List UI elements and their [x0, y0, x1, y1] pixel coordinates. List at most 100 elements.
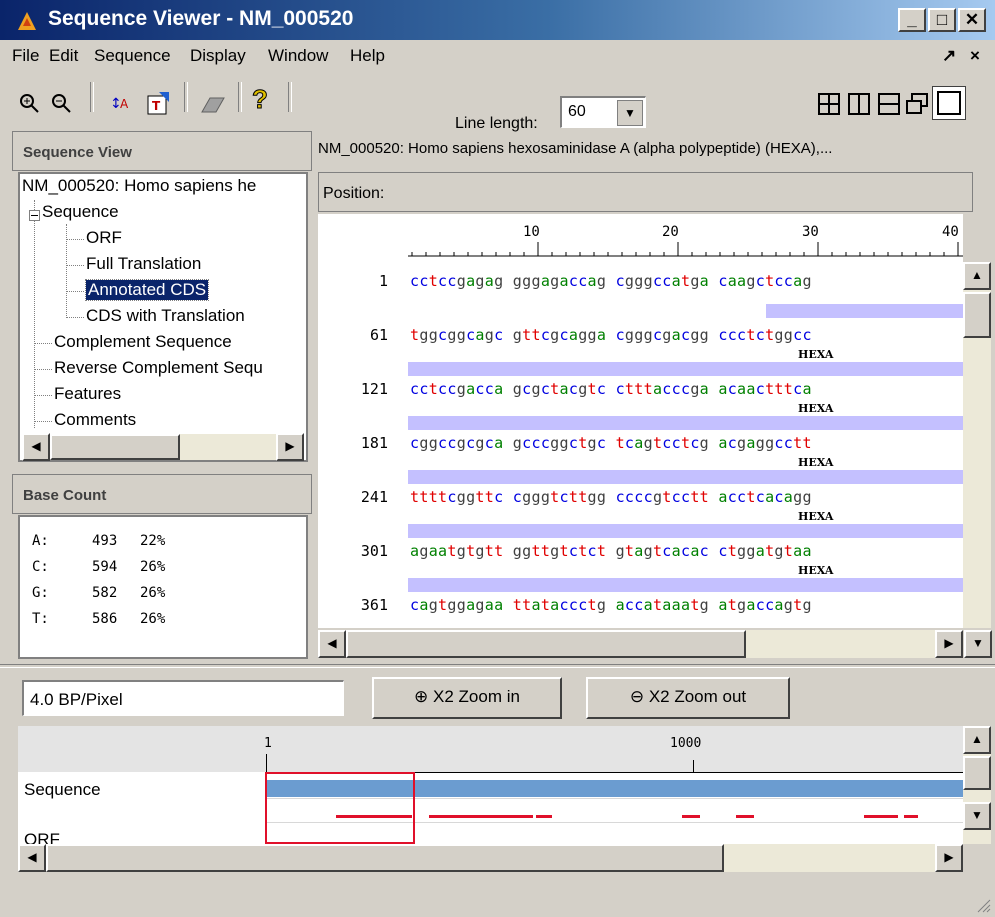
scroll-right-icon[interactable]: ▶ [935, 844, 963, 872]
sequence-line[interactable]: ttttcggttc cgggtcttgg ccccgtcctt acctcac… [410, 488, 812, 506]
minimize-button[interactable]: _ [898, 8, 926, 32]
swap-icon[interactable]: ↕A [110, 92, 134, 114]
sequence-line[interactable]: tggcggcagc gttcgcagga cgggcgacgg ccctctg… [410, 326, 812, 344]
export-icon[interactable]: T [145, 90, 171, 116]
feature-bar[interactable] [408, 524, 963, 538]
scroll-down-icon[interactable]: ▼ [963, 802, 991, 830]
line-length-select[interactable]: 60 ▼ [560, 96, 646, 128]
ruler-label: 30 [802, 224, 819, 240]
collapse-icon[interactable] [29, 210, 40, 221]
sequence-position: 1 [378, 272, 388, 290]
scroll-right-icon[interactable]: ▶ [276, 433, 304, 461]
toolbar-separator [238, 82, 242, 112]
base-count-value: 493 [92, 533, 118, 549]
menu-display[interactable]: Display [190, 46, 246, 66]
tree-guide [66, 291, 84, 292]
tree-guide [66, 317, 84, 318]
tree-horizontal-scrollbar[interactable]: ◀ ▶ [22, 433, 304, 461]
zoom-in-button[interactable]: ⊕ X2 Zoom in [372, 677, 562, 719]
tree-item-reverse-complement[interactable]: Reverse Complement Sequ [54, 358, 263, 378]
scroll-thumb[interactable] [46, 844, 724, 872]
menu-file[interactable]: File [12, 46, 39, 66]
sequence-line[interactable]: cctccgagag gggagaccag cgggccatga caagctc… [410, 272, 812, 290]
tree-guide [34, 395, 52, 396]
split-vertical-icon[interactable] [848, 93, 870, 115]
orf-arrow[interactable] [429, 815, 533, 818]
toolbar-separator [288, 82, 292, 112]
tree-item-annotated-cds[interactable]: Annotated CDS [84, 279, 210, 301]
tree-item-complement-sequence[interactable]: Complement Sequence [54, 332, 232, 352]
scroll-down-icon[interactable]: ▼ [964, 630, 992, 658]
float-window-icon[interactable] [906, 93, 928, 115]
grid-layout-icon[interactable] [818, 93, 840, 115]
feature-bar[interactable] [408, 578, 963, 592]
tree-item-full-translation[interactable]: Full Translation [86, 254, 201, 274]
orf-arrow[interactable] [736, 815, 754, 818]
feature-bar[interactable] [766, 304, 963, 318]
base-label: G: [32, 585, 49, 601]
sequence-line[interactable]: cagtggagaa ttataccctg accataaatg atgacca… [410, 596, 812, 614]
scroll-left-icon[interactable]: ◀ [18, 844, 46, 872]
close-doc-icon[interactable]: × [970, 46, 980, 66]
scroll-thumb[interactable] [963, 292, 991, 338]
tree-item-features[interactable]: Features [54, 384, 121, 404]
toolbar-separator [184, 82, 188, 112]
feature-label: HEXA [798, 510, 834, 523]
maximize-button[interactable]: □ [928, 8, 956, 32]
zoom-in-icon[interactable] [18, 92, 40, 114]
bp-per-pixel-field[interactable]: 4.0 BP/Pixel [22, 680, 344, 716]
scroll-up-icon[interactable]: ▲ [963, 262, 991, 290]
tree-guide [34, 343, 52, 344]
feature-bar[interactable] [408, 470, 963, 484]
scroll-thumb[interactable] [50, 434, 180, 460]
orf-arrow[interactable] [904, 815, 918, 818]
feature-bar[interactable] [408, 416, 963, 430]
help-icon[interactable]: ? [252, 84, 269, 115]
sequence-title: NM_000520: Homo sapiens hexosaminidase A… [318, 140, 833, 157]
scroll-left-icon[interactable]: ◀ [22, 433, 50, 461]
map-horizontal-scrollbar[interactable]: ◀ ▶ [18, 844, 963, 872]
window-title: Sequence Viewer - NM_000520 [48, 7, 354, 30]
sequence-horizontal-scrollbar[interactable]: ◀ ▶ [318, 630, 963, 658]
scroll-thumb[interactable] [963, 756, 991, 790]
tree-root[interactable]: NM_000520: Homo sapiens he [22, 176, 256, 196]
tree-item-sequence[interactable]: Sequence [42, 202, 119, 222]
orf-arrow[interactable] [682, 815, 700, 818]
tree-item-comments[interactable]: Comments [54, 410, 136, 430]
feature-bar[interactable] [408, 362, 963, 376]
scroll-left-icon[interactable]: ◀ [318, 630, 346, 658]
zoom-out-icon[interactable] [50, 92, 72, 114]
zoom-out-button[interactable]: ⊖ X2 Zoom out [586, 677, 790, 719]
restore-doc-icon[interactable]: ↗ [942, 46, 956, 66]
orf-arrow[interactable] [864, 815, 898, 818]
map-vertical-scrollbar[interactable]: ▲ ▼ [963, 726, 991, 844]
menu-sequence[interactable]: Sequence [94, 46, 171, 66]
feature-label: HEXA [798, 456, 834, 469]
close-button[interactable]: ✕ [958, 8, 986, 32]
tree-item-orf[interactable]: ORF [86, 228, 122, 248]
tree-item-cds-with-translation[interactable]: CDS with Translation [86, 306, 245, 326]
single-layout-icon[interactable] [932, 86, 966, 120]
tree-guide [34, 369, 52, 370]
menu-edit[interactable]: Edit [49, 46, 78, 66]
splitter[interactable] [0, 664, 995, 668]
orf-arrow[interactable] [536, 815, 552, 818]
base-label: T: [32, 611, 49, 627]
line-length-label: Line length: [455, 115, 538, 132]
scroll-thumb[interactable] [346, 630, 746, 658]
ruler-label: 40 [942, 224, 959, 240]
menu-help[interactable]: Help [350, 46, 385, 66]
scroll-up-icon[interactable]: ▲ [963, 726, 991, 754]
chevron-down-icon[interactable]: ▼ [617, 100, 643, 126]
sequence-line[interactable]: cctccgacca gcgctacgtc ctttacccga acaactt… [410, 380, 812, 398]
sequence-line[interactable]: agaatgtgtt ggttgtctct gtagtcacac ctggatg… [410, 542, 812, 560]
eraser-icon[interactable] [200, 94, 226, 114]
svg-text:A: A [120, 97, 129, 111]
menu-window[interactable]: Window [268, 46, 328, 66]
scroll-right-icon[interactable]: ▶ [935, 630, 963, 658]
split-horizontal-icon[interactable] [878, 93, 900, 115]
resize-grip-icon[interactable] [974, 896, 992, 914]
sequence-line[interactable]: cggccgcgca gcccggctgc tcagtcctcg acgaggc… [410, 434, 812, 452]
map-view-window[interactable] [265, 772, 415, 844]
sequence-vertical-scrollbar[interactable]: ▲ [963, 262, 991, 628]
